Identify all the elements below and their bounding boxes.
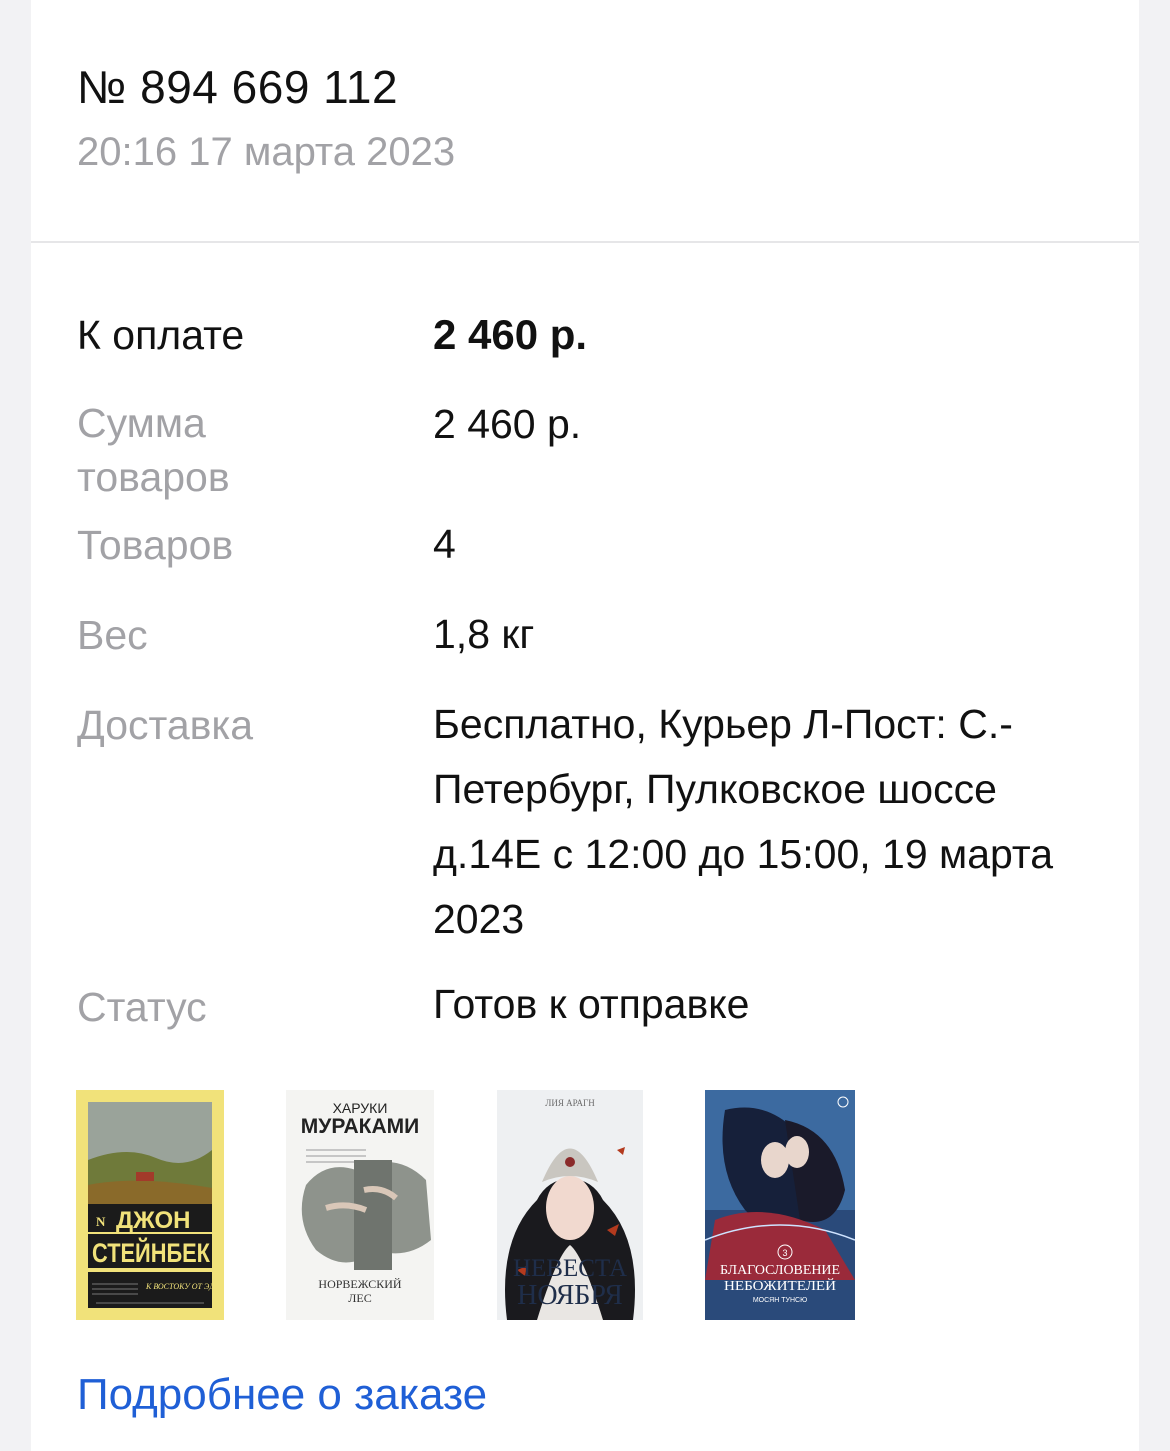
status-value: Готов к отправке: [433, 981, 750, 1027]
book1-author-first: ДЖОН: [116, 1207, 190, 1234]
book2-author-last: МУРАКАМИ: [301, 1115, 419, 1138]
book-cover-steinbeck[interactable]: N ДЖОН СТЕЙНБЕК К ВОСТОКУ ОТ ЭДЕМА: [76, 1090, 224, 1320]
book-cover-murakami[interactable]: ХАРУКИ МУРАКАМИ НОРВЕЖСКИЙ ЛЕС: [286, 1090, 434, 1320]
weight-label: Вес: [77, 612, 148, 658]
order-details-link[interactable]: Подробнее о заказе: [77, 1370, 487, 1420]
to-pay-label: К оплате: [77, 312, 245, 358]
book3-title-line2: НОЯБРЯ: [517, 1280, 623, 1311]
status-label: Статус: [77, 984, 207, 1030]
book3-title-line1: НЕВЕСТА: [513, 1255, 627, 1282]
items-sum-value: 2 460 р.: [433, 401, 582, 447]
book-cover-nevesta-noyabrya[interactable]: ЛИЯ АРАГН НЕВЕСТА НОЯБРЯ: [497, 1090, 643, 1320]
order-card: № 894 669 112 20:16 17 марта 2023 К опла…: [31, 0, 1139, 1451]
book1-title: К ВОСТОКУ ОТ ЭДЕМА: [145, 1282, 224, 1291]
items-sum-label: Сумма товаров: [77, 400, 230, 500]
book4-title-line1: БЛАГОСЛОВЕНИЕ: [720, 1263, 840, 1278]
book-cover-blagoslovenie[interactable]: 3 БЛАГОСЛОВЕНИЕ НЕБОЖИТЕЛЕЙ МОСЯН ТУНСЮ: [705, 1090, 855, 1320]
book3-author: ЛИЯ АРАГН: [545, 1098, 595, 1108]
divider: [31, 241, 1139, 243]
items-count-value: 4: [433, 521, 456, 567]
book4-title-line2: НЕБОЖИТЕЛЕЙ: [724, 1277, 836, 1294]
book2-title-line1: НОРВЕЖСКИЙ: [318, 1277, 401, 1291]
book-covers: N ДЖОН СТЕЙНБЕК К ВОСТОКУ ОТ ЭДЕМА ХАРУК…: [31, 1090, 1139, 1320]
delivery-label: Доставка: [77, 702, 254, 748]
order-number: № 894 669 112: [77, 61, 399, 113]
svg-text:3: 3: [782, 1248, 787, 1258]
delivery-value: Бесплатно, Курьер Л-Пост: С.-Петербург, …: [433, 701, 1054, 942]
book2-title-line2: ЛЕС: [348, 1291, 371, 1305]
svg-text:N: N: [96, 1214, 106, 1229]
book1-author-last: СТЕЙНБЕК: [92, 1237, 210, 1268]
order-date: 20:16 17 марта 2023: [77, 130, 456, 174]
weight-value: 1,8 кг: [433, 611, 535, 657]
to-pay-value: 2 460 р.: [433, 311, 588, 358]
book2-author-first: ХАРУКИ: [333, 1100, 388, 1116]
book4-author: МОСЯН ТУНСЮ: [753, 1297, 807, 1304]
items-count-label: Товаров: [77, 522, 234, 568]
